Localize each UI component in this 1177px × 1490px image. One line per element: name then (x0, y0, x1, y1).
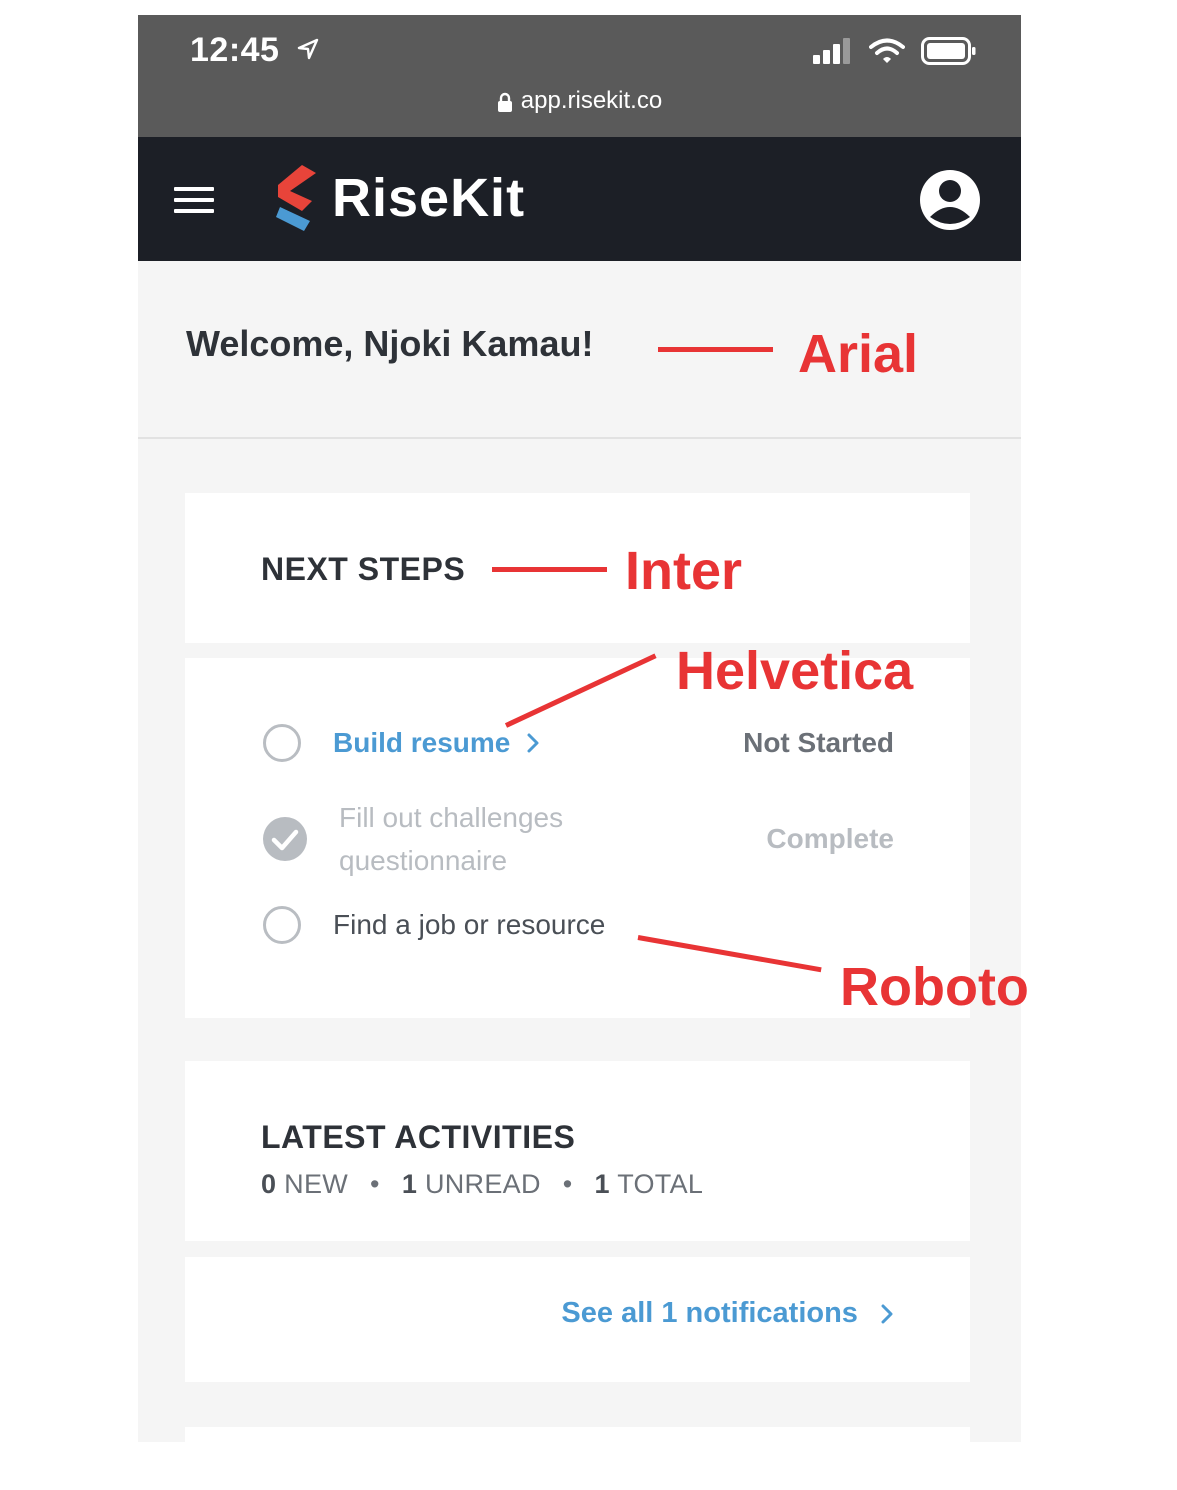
next-steps-title: NEXT STEPS (261, 551, 466, 587)
annotation-inter: Inter (625, 541, 743, 601)
unread-label: UNREAD (424, 1169, 541, 1199)
step-build-resume[interactable]: Build resume Not Started (263, 724, 894, 762)
annotation-line-arial (658, 347, 773, 352)
menu-button[interactable] (174, 187, 214, 213)
latest-activities-title: LATEST ACTIVITIES (261, 1119, 576, 1155)
total-count: 1 (594, 1169, 610, 1199)
lock-icon (497, 92, 512, 112)
risekit-logo-icon (276, 165, 316, 231)
chevron-right-icon (881, 1304, 893, 1324)
account-icon[interactable] (919, 169, 981, 231)
signal-icon (813, 38, 850, 64)
location-arrow-icon (297, 38, 319, 60)
notifications-card: See all 1 notifications (185, 1257, 970, 1382)
brand-name: RiseKit (332, 168, 526, 228)
new-label: NEW (284, 1169, 349, 1199)
status-bar: 12:45 app.risekit.co (138, 15, 1021, 137)
phone-screen: 12:45 app.risekit.co RiseKit Welcome, Nj… (138, 15, 1021, 1442)
step-status: Complete (766, 823, 894, 854)
url-text: app.risekit.co (520, 87, 663, 114)
step-incomplete-icon (263, 906, 301, 944)
clock: 12:45 (190, 31, 280, 69)
see-all-label: See all 1 notifications (561, 1297, 858, 1329)
step-label: Fill out challenges questionnaire (339, 796, 563, 882)
step-challenges-questionnaire[interactable]: Fill out challenges questionnaire Comple… (263, 796, 894, 882)
annotation-arial: Arial (798, 324, 919, 384)
chevron-right-icon (527, 733, 539, 753)
step-label-line-2: questionnaire (339, 845, 508, 876)
see-all-notifications-link[interactable]: See all 1 notifications (561, 1297, 894, 1330)
app-header: RiseKit (138, 137, 1021, 261)
step-status: Not Started (743, 727, 894, 758)
brand-logo[interactable]: RiseKit (276, 165, 525, 231)
step-label-line-1: Fill out challenges (339, 802, 564, 833)
separator-dot: • (370, 1169, 380, 1199)
next-card-peek (185, 1427, 970, 1442)
annotation-roboto: Roboto (840, 957, 1029, 1017)
check-circle-icon (263, 817, 307, 861)
annotation-helvetica: Helvetica (676, 641, 914, 701)
step-incomplete-icon (263, 724, 301, 762)
unread-count: 1 (401, 1169, 418, 1199)
annotation-line-inter (492, 567, 607, 572)
step-label: Find a job or resource (333, 909, 606, 940)
step-label[interactable]: Build resume (333, 727, 510, 759)
activity-counts: 0 NEW • 1 UNREAD • 1 TOTAL (261, 1169, 703, 1200)
welcome-heading: Welcome, Njoki Kamau! (186, 323, 594, 364)
address-bar[interactable]: app.risekit.co (138, 87, 1021, 115)
total-label: TOTAL (617, 1169, 704, 1199)
wifi-icon (869, 38, 905, 63)
battery-icon (921, 37, 976, 65)
separator-dot: • (562, 1169, 573, 1199)
step-find-job[interactable]: Find a job or resource (263, 906, 894, 944)
latest-activities-card: LATEST ACTIVITIES 0 NEW • 1 UNREAD • 1 TOTAL (185, 1061, 970, 1241)
new-count: 0 (261, 1169, 277, 1199)
